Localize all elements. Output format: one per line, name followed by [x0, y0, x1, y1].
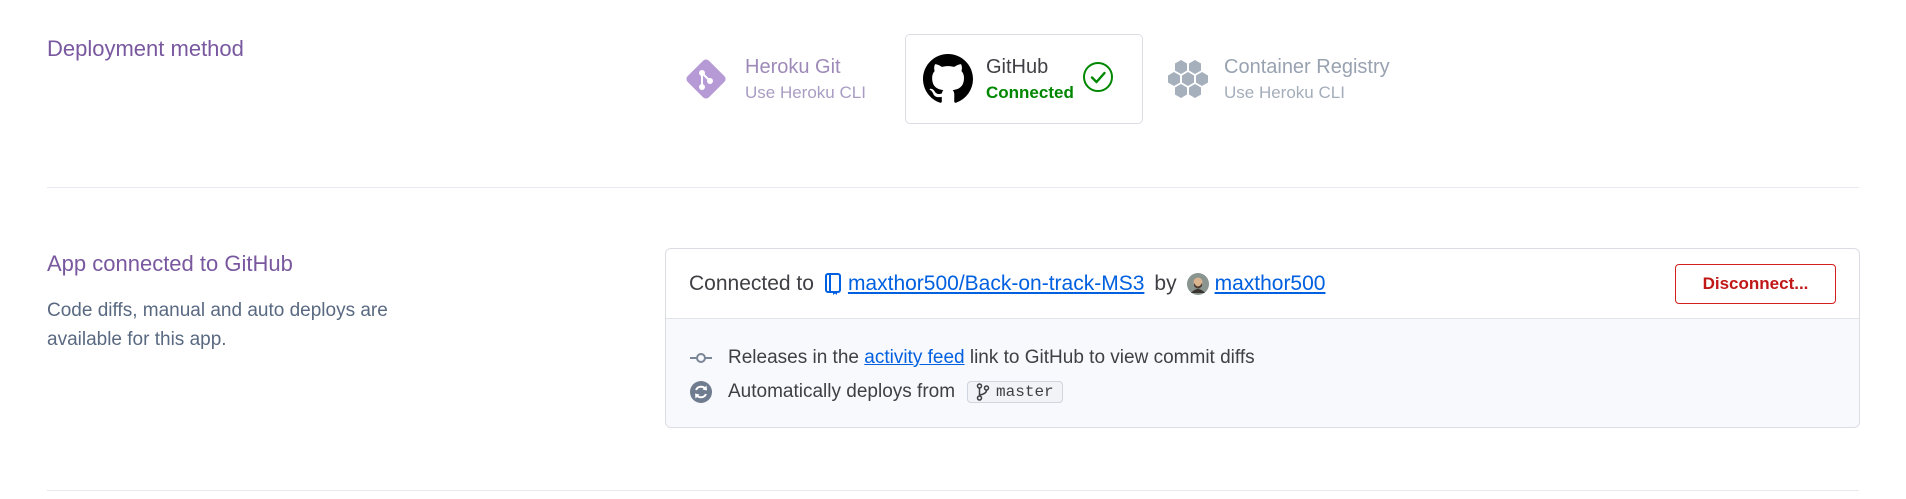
activity-feed-link[interactable]: activity feed [864, 347, 964, 369]
method-container-registry-label: Container Registry [1224, 56, 1390, 78]
releases-prefix: Releases in the [728, 347, 859, 368]
releases-suffix: link to GitHub to view commit diffs [969, 347, 1255, 368]
app-connected-title: App connected to GitHub [47, 251, 293, 276]
auto-deploy-info: Automatically deploys from master [689, 375, 1859, 409]
method-github[interactable]: GitHub Connected [905, 34, 1143, 124]
method-container-registry[interactable]: Container Registry Use Heroku CLI [1165, 34, 1390, 124]
heroku-git-icon [680, 53, 732, 105]
section-divider [47, 187, 1859, 188]
disconnect-button[interactable]: Disconnect... [1675, 264, 1836, 304]
user-link[interactable]: maxthor500 [1215, 272, 1326, 296]
container-registry-icon [1165, 56, 1211, 102]
branch-badge: master [967, 381, 1063, 403]
auto-deploy-icon [689, 380, 713, 404]
method-heroku-git[interactable]: Heroku Git Use Heroku CLI [680, 34, 866, 124]
check-circle-icon [1082, 61, 1114, 98]
github-connection-panel: Connected to maxthor500/Back-on-track-MS… [665, 248, 1860, 428]
releases-info: Releases in the activity feed link to Gi… [689, 341, 1859, 375]
section-divider-bottom [47, 490, 1859, 491]
by-label: by [1154, 271, 1177, 295]
github-connected-status: Connected [986, 83, 1074, 102]
connection-summary: Connected to maxthor500/Back-on-track-MS… [666, 249, 1859, 319]
connection-details: Releases in the activity feed link to Gi… [666, 319, 1859, 427]
method-heroku-git-sub: Use Heroku CLI [745, 83, 866, 102]
connected-to-label: Connected to [689, 271, 814, 295]
method-container-registry-sub: Use Heroku CLI [1224, 83, 1345, 102]
repo-icon [824, 272, 842, 296]
avatar [1186, 272, 1209, 295]
branch-icon [976, 383, 990, 401]
commit-icon [689, 351, 713, 365]
deployment-method-title: Deployment method [47, 36, 244, 61]
github-icon [923, 54, 973, 104]
auto-deploy-label: Automatically deploys from [728, 381, 956, 402]
repo-link[interactable]: maxthor500/Back-on-track-MS3 [848, 272, 1144, 296]
method-github-label: GitHub [986, 56, 1049, 78]
branch-name: master [996, 383, 1054, 401]
method-heroku-git-label: Heroku Git [745, 56, 841, 78]
app-connected-description: Code diffs, manual and auto deploys are … [47, 300, 388, 350]
